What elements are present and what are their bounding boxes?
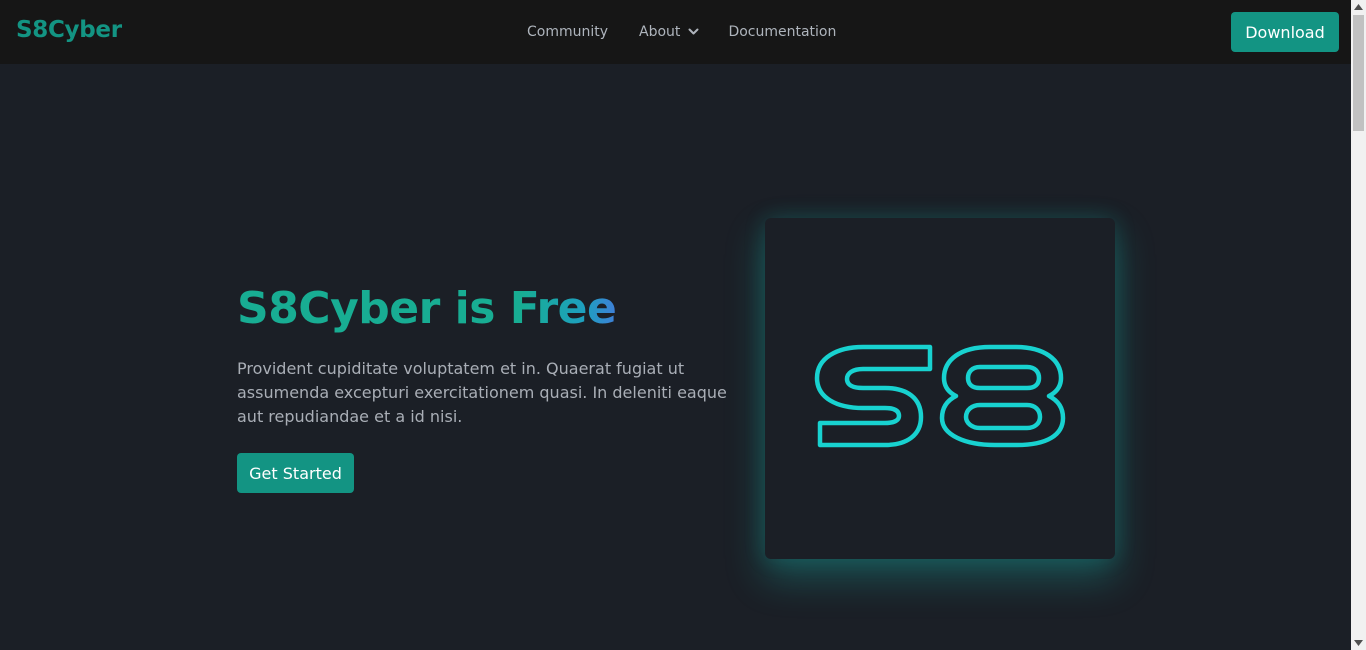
nav-link-about[interactable]: About xyxy=(639,24,699,40)
nav-link-documentation-label: Documentation xyxy=(728,24,837,40)
nav-links: Community About Documentation xyxy=(527,22,836,42)
scroll-up-arrow-icon[interactable] xyxy=(1351,0,1366,14)
brand-logo[interactable]: S8Cyber xyxy=(16,17,122,43)
chevron-down-icon xyxy=(688,28,699,36)
get-started-button[interactable]: Get Started xyxy=(237,453,354,493)
logo-card xyxy=(765,218,1115,559)
hero-description: Provident cupiditate voluptatem et in. Q… xyxy=(237,359,727,426)
s8-logo-icon xyxy=(814,344,1066,448)
page-scrollbar[interactable] xyxy=(1351,0,1366,650)
top-navbar: S8Cyber Community About Documentation Do… xyxy=(0,0,1351,64)
hero-title: S8Cyber is Free xyxy=(237,283,617,334)
nav-link-community-label: Community xyxy=(527,24,609,40)
scrollbar-thumb[interactable] xyxy=(1353,15,1364,131)
scroll-down-arrow-icon[interactable] xyxy=(1351,636,1366,650)
nav-link-documentation[interactable]: Documentation xyxy=(728,24,836,40)
nav-link-community[interactable]: Community xyxy=(527,24,608,40)
nav-link-about-label: About xyxy=(639,24,681,40)
download-button[interactable]: Download xyxy=(1231,12,1339,52)
